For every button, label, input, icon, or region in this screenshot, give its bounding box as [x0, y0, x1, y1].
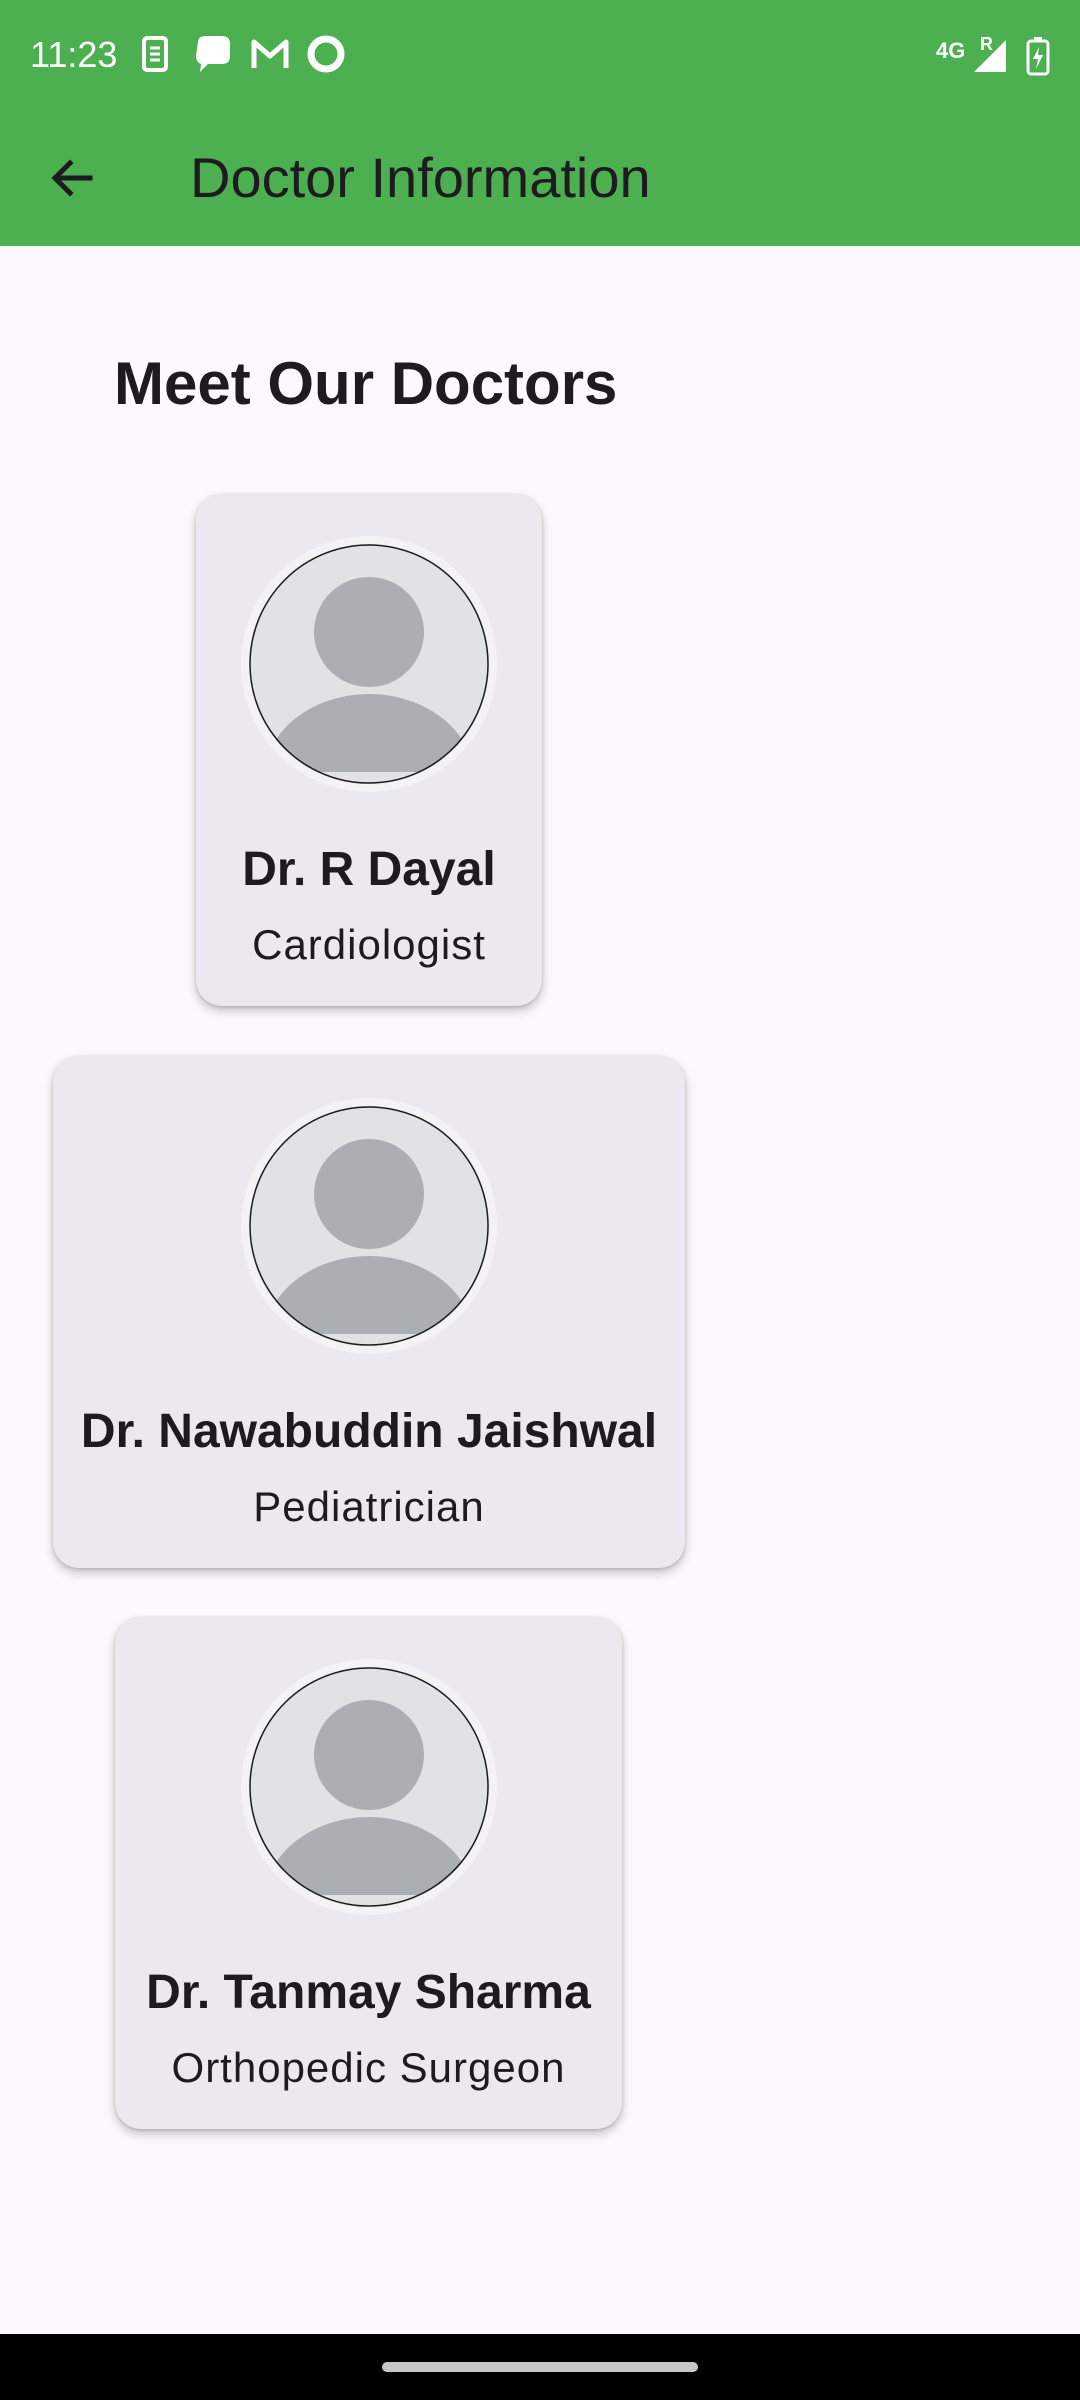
sim-toolkit-icon — [138, 34, 172, 79]
status-time: 11:23 — [30, 34, 118, 75]
doctor-avatar — [241, 536, 497, 792]
doctor-card[interactable]: Dr. R Dayal Cardiologist — [196, 494, 542, 1006]
network-type-label: 4G — [936, 38, 966, 63]
gesture-handle[interactable] — [382, 2362, 698, 2372]
doctor-name: Dr. Nawabuddin Jaishwal — [80, 1405, 658, 1458]
doctor-avatar — [240, 1659, 497, 1915]
ring-app-icon — [306, 34, 346, 79]
doctor-specialty: Orthopedic Surgeon — [171, 2044, 566, 2091]
status-bar: 11:23 4G R — [0, 0, 1080, 114]
back-button[interactable] — [36, 144, 108, 216]
arrow-back-icon — [48, 154, 96, 207]
doctor-specialty: Pediatrician — [253, 1483, 485, 1530]
gmail-icon — [250, 34, 290, 79]
doctor-name: Dr. R Dayal — [242, 843, 496, 896]
app-bar-title: Doctor Information — [190, 146, 651, 209]
doctor-card[interactable]: Dr. Tanmay Sharma Orthopedic Surgeon — [115, 1617, 622, 2129]
app-bar: Doctor Information — [0, 114, 1080, 246]
system-navigation-bar — [0, 2334, 1080, 2400]
doctor-card[interactable]: Dr. Nawabuddin Jaishwal Pediatrician — [53, 1056, 685, 1568]
battery-charging-icon — [1026, 36, 1050, 81]
doctor-avatar — [241, 1098, 497, 1354]
doctor-specialty: Cardiologist — [252, 921, 486, 968]
page-title: Meet Our Doctors — [114, 350, 618, 417]
signal-icon — [972, 38, 1008, 79]
doctor-name: Dr. Tanmay Sharma — [146, 1966, 591, 2019]
chat-bubble-icon — [192, 34, 234, 79]
